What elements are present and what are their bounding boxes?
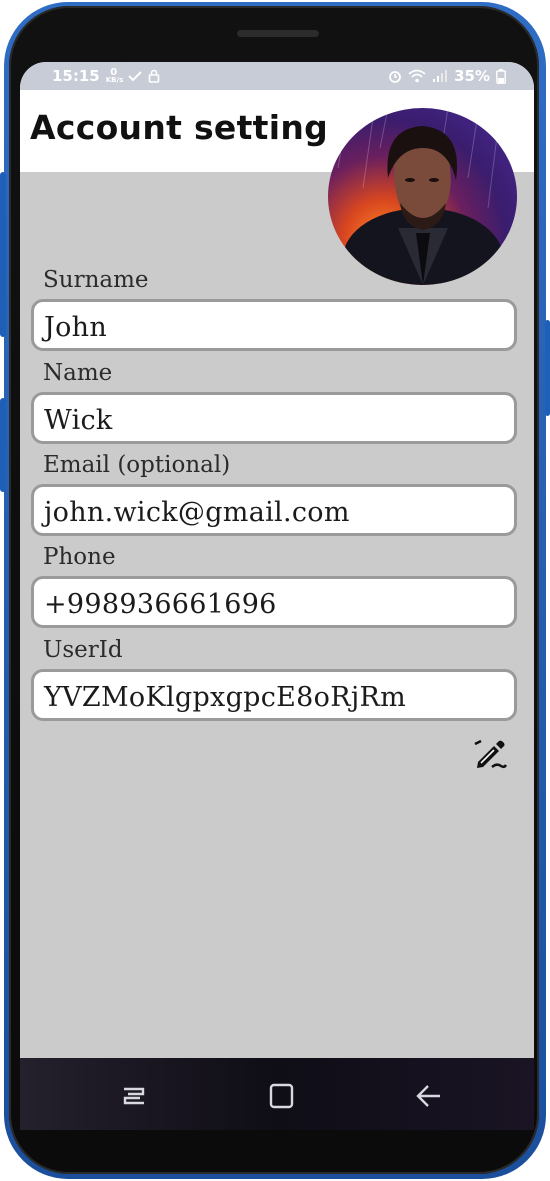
wifi-icon bbox=[408, 69, 426, 83]
back-button[interactable] bbox=[412, 1080, 444, 1112]
status-time: 15:15 bbox=[52, 67, 100, 85]
email-input[interactable]: john.wick@gmail.com bbox=[31, 484, 517, 536]
back-icon bbox=[416, 1085, 440, 1107]
userid-label: UserId bbox=[43, 637, 123, 663]
phone-input[interactable]: +998936661696 bbox=[31, 576, 517, 628]
network-speed-unit: KB/s bbox=[105, 76, 124, 84]
lock-icon bbox=[148, 69, 160, 83]
battery-icon bbox=[496, 68, 506, 84]
bixby-key bbox=[0, 398, 6, 492]
surname-input[interactable]: John bbox=[31, 299, 517, 351]
pencil-edit-icon bbox=[474, 739, 508, 769]
home-icon bbox=[269, 1083, 294, 1109]
check-icon bbox=[128, 71, 142, 82]
status-bar: 15:15 0 KB/s 35% bbox=[20, 62, 534, 90]
home-button[interactable] bbox=[265, 1080, 297, 1112]
phone-label: Phone bbox=[43, 544, 116, 570]
power-key bbox=[545, 320, 550, 416]
signal-icon bbox=[433, 70, 448, 82]
profile-photo-icon bbox=[337, 108, 503, 285]
email-label: Email (optional) bbox=[43, 452, 231, 478]
surname-label: Surname bbox=[43, 267, 149, 293]
userid-input[interactable]: YVZMoKlgpxgpcE8oRjRm bbox=[31, 669, 517, 721]
name-input[interactable]: Wick bbox=[31, 392, 517, 444]
alarm-icon bbox=[389, 71, 401, 83]
recents-button[interactable] bbox=[118, 1080, 150, 1112]
volume-key bbox=[0, 172, 6, 337]
app-screen: 15:15 0 KB/s 35% Account setting Surname… bbox=[20, 62, 534, 1130]
battery-level: 35% bbox=[454, 67, 490, 85]
system-navigation-bar bbox=[20, 1058, 534, 1130]
recents-icon bbox=[123, 1087, 145, 1105]
edit-button[interactable] bbox=[472, 736, 508, 772]
network-speed: 0 KB/s bbox=[105, 68, 124, 84]
profile-avatar[interactable] bbox=[328, 108, 517, 285]
name-label: Name bbox=[43, 360, 113, 386]
page-title: Account setting bbox=[30, 108, 329, 147]
earpiece-speaker bbox=[237, 30, 319, 37]
